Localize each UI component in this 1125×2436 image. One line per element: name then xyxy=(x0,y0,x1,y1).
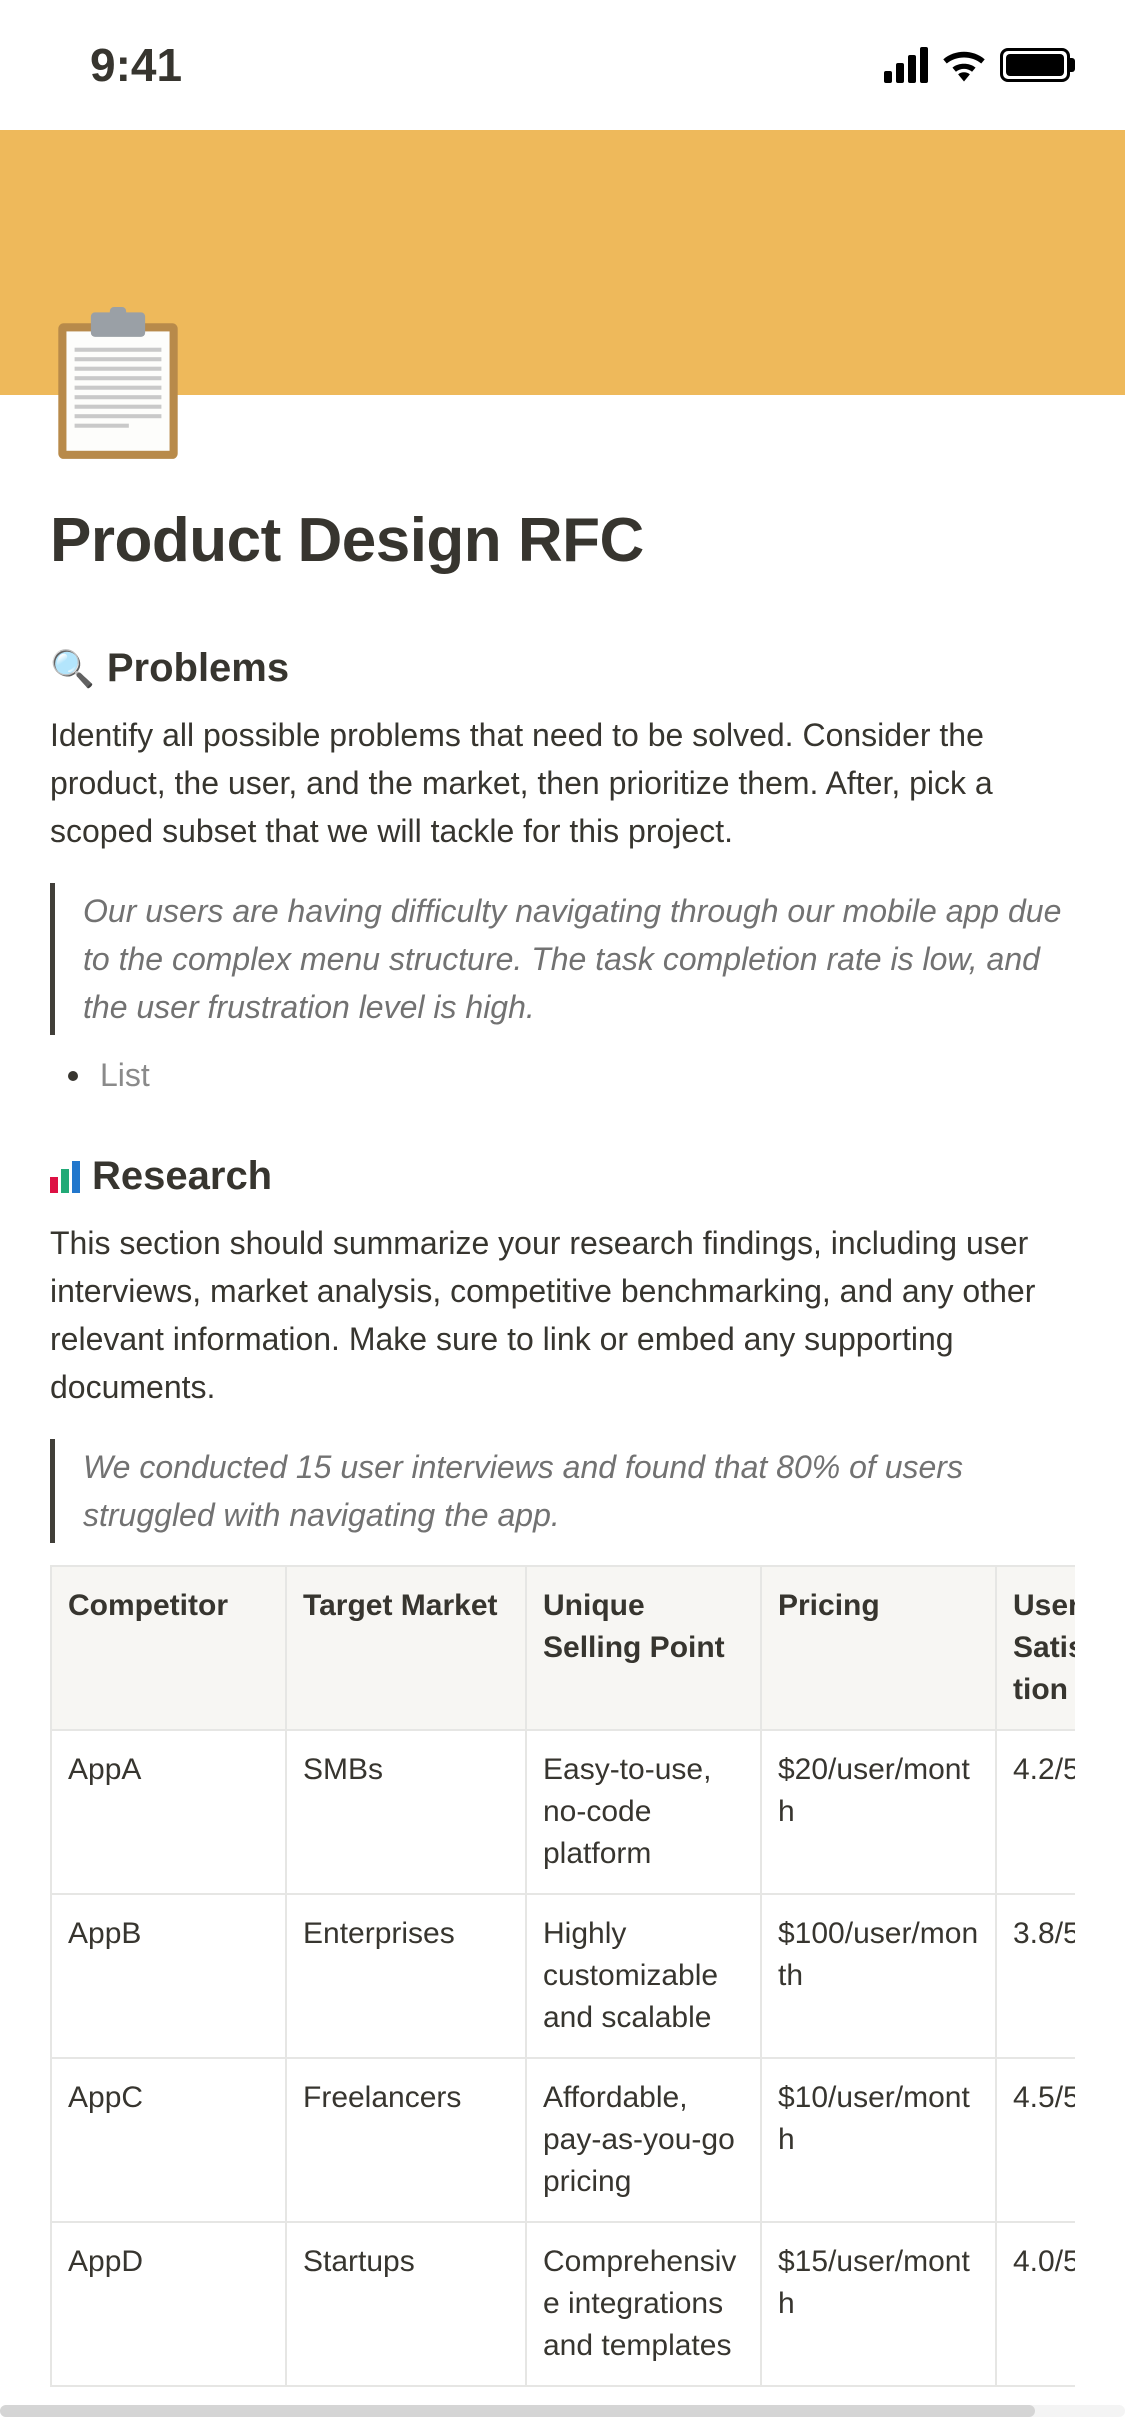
cell[interactable]: $100/user/month xyxy=(761,1894,996,2058)
page-title[interactable]: Product Design RFC xyxy=(50,505,1075,576)
research-heading-text: Research xyxy=(92,1154,272,1199)
cell[interactable]: 4.5/5 xyxy=(996,2058,1075,2222)
cellular-signal-icon xyxy=(884,47,928,83)
research-description[interactable]: This section should summarize your resea… xyxy=(50,1219,1075,1411)
cell[interactable]: AppC xyxy=(51,2058,286,2222)
bar-chart-icon xyxy=(50,1161,80,1193)
cell[interactable]: AppD xyxy=(51,2222,286,2386)
cell[interactable]: SMBs xyxy=(286,1730,526,1894)
horizontal-scrollbar[interactable] xyxy=(0,2405,1125,2417)
problems-heading-text: Problems xyxy=(107,646,289,691)
status-time: 9:41 xyxy=(90,38,182,92)
cell[interactable]: $20/user/month xyxy=(761,1730,996,1894)
page-body: Product Design RFC 🔍 Problems Identify a… xyxy=(0,395,1125,2436)
cell[interactable]: Enterprises xyxy=(286,1894,526,2058)
status-bar: 9:41 xyxy=(0,0,1125,130)
problems-list-item[interactable]: List xyxy=(50,1057,1075,1094)
cell[interactable]: Affordable, pay-as-you-go pricing xyxy=(526,2058,761,2222)
cell[interactable]: $10/user/month xyxy=(761,2058,996,2222)
table-row[interactable]: AppD Startups Comprehensive integrations… xyxy=(51,2222,1075,2386)
th-satisfaction[interactable]: User Satisfaction xyxy=(996,1566,1075,1730)
section-research: Research This section should summarize y… xyxy=(50,1154,1075,2417)
cell[interactable]: Highly customizable and scalable xyxy=(526,1894,761,2058)
competitor-table[interactable]: Competitor Target Market Unique Selling … xyxy=(50,1565,1075,2387)
table-row[interactable]: AppC Freelancers Affordable, pay-as-you-… xyxy=(51,2058,1075,2222)
research-quote[interactable]: We conducted 15 user interviews and foun… xyxy=(50,1439,1075,1543)
cell[interactable]: Comprehensive integrations and templates xyxy=(526,2222,761,2386)
page-cover[interactable] xyxy=(0,130,1125,395)
status-indicators xyxy=(884,47,1070,83)
bullet-icon xyxy=(68,1071,78,1081)
cell[interactable]: 3.8/5 xyxy=(996,1894,1075,2058)
table-header-row: Competitor Target Market Unique Selling … xyxy=(51,1566,1075,1730)
cell[interactable]: AppA xyxy=(51,1730,286,1894)
problems-heading[interactable]: 🔍 Problems xyxy=(50,646,1075,691)
cell[interactable]: 4.2/5 xyxy=(996,1730,1075,1894)
table-row[interactable]: AppB Enterprises Highly customizable and… xyxy=(51,1894,1075,2058)
research-table-container[interactable]: Competitor Target Market Unique Selling … xyxy=(50,1565,1075,2387)
page-icon-clipboard[interactable] xyxy=(50,307,186,463)
wifi-icon xyxy=(942,48,986,82)
th-target-market[interactable]: Target Market xyxy=(286,1566,526,1730)
cell[interactable]: Freelancers xyxy=(286,2058,526,2222)
table-row[interactable]: AppA SMBs Easy-to-use, no-code platform … xyxy=(51,1730,1075,1894)
problems-quote[interactable]: Our users are having difficulty navigati… xyxy=(50,883,1075,1035)
th-usp[interactable]: Unique Selling Point xyxy=(526,1566,761,1730)
problems-description[interactable]: Identify all possible problems that need… xyxy=(50,711,1075,855)
cell[interactable]: 4.0/5 xyxy=(996,2222,1075,2386)
cell[interactable]: Startups xyxy=(286,2222,526,2386)
cell[interactable]: $15/user/month xyxy=(761,2222,996,2386)
battery-icon xyxy=(1000,48,1070,82)
list-placeholder-text: List xyxy=(100,1057,150,1094)
section-problems: 🔍 Problems Identify all possible problem… xyxy=(50,646,1075,1094)
cell[interactable]: Easy-to-use, no-code platform xyxy=(526,1730,761,1894)
research-heading[interactable]: Research xyxy=(50,1154,1075,1199)
th-pricing[interactable]: Pricing xyxy=(761,1566,996,1730)
magnifier-icon: 🔍 xyxy=(50,648,95,690)
th-competitor[interactable]: Competitor xyxy=(51,1566,286,1730)
cell[interactable]: AppB xyxy=(51,1894,286,2058)
